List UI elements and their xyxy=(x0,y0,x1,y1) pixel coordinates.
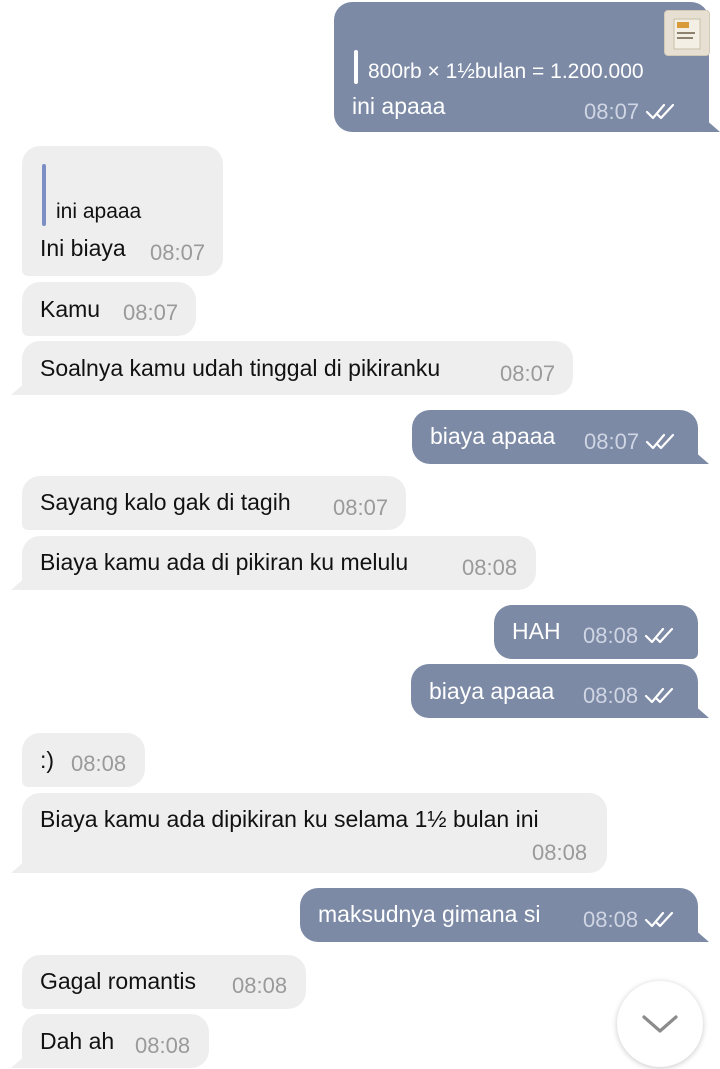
message-time: 08:07 xyxy=(584,429,640,454)
message-bubble-incoming[interactable]: Kamu 08:07 xyxy=(22,282,196,336)
message-time: 08:08 xyxy=(232,973,288,998)
chevron-down-icon xyxy=(642,1015,678,1033)
message-meta: 08:07 xyxy=(584,428,679,456)
message-text: Sayang kalo gak di tagih xyxy=(40,489,291,515)
message-time: 08:08 xyxy=(583,623,639,648)
message-time: 08:08 xyxy=(583,907,639,932)
double-check-icon xyxy=(645,433,675,450)
message-time: 08:08 xyxy=(71,751,127,776)
reply-quote-bar xyxy=(42,164,46,226)
message-text: Biaya kamu ada dipikiran ku selama 1½ bu… xyxy=(40,806,539,832)
double-check-icon xyxy=(644,687,674,704)
message-bubble-incoming[interactable]: Sayang kalo gak di tagih 08:07 xyxy=(22,476,406,530)
message-text: :) xyxy=(40,747,55,773)
message-text: HAH xyxy=(512,618,561,644)
message-time: 08:08 xyxy=(135,1033,191,1058)
message-bubble-outgoing[interactable]: 800rb × 1½bulan = 1.200.000 ini apaaa 08… xyxy=(334,2,710,132)
message-text: Ini biaya xyxy=(40,235,126,261)
double-check-icon xyxy=(644,627,674,644)
message-time: 08:07 xyxy=(584,99,640,124)
message-text: Kamu xyxy=(40,296,101,322)
message-bubble-outgoing[interactable]: biaya apaaa 08:08 xyxy=(411,664,698,718)
message-meta: 08:08 xyxy=(583,682,678,710)
reply-quote-text[interactable]: ini apaaa xyxy=(56,198,141,226)
message-time: 08:07 xyxy=(333,495,389,520)
message-bubble-outgoing[interactable]: HAH 08:08 xyxy=(494,605,698,659)
message-text: Dah ah xyxy=(40,1028,115,1054)
message-time: 08:07 xyxy=(150,240,206,265)
message-text: biaya apaaa xyxy=(430,423,556,449)
message-text: ini apaaa xyxy=(352,93,446,119)
image-thumbnail-icon[interactable] xyxy=(664,10,710,56)
message-text: Gagal romantis xyxy=(40,968,196,994)
double-check-icon xyxy=(644,911,674,928)
double-check-icon xyxy=(645,103,675,120)
message-bubble-outgoing[interactable]: biaya apaaa 08:07 xyxy=(412,410,698,464)
message-time: 08:07 xyxy=(123,300,179,325)
reply-quote-bar xyxy=(354,50,358,84)
message-meta: 08:07 xyxy=(584,98,679,126)
message-bubble-incoming[interactable]: ini apaaa Ini biaya 08:07 xyxy=(22,146,223,276)
message-bubble-incoming[interactable]: Dah ah 08:08 xyxy=(22,1014,209,1068)
message-text: maksudnya gimana si xyxy=(318,901,541,927)
message-time: 08:08 xyxy=(462,555,518,580)
message-time: 08:07 xyxy=(500,361,556,386)
message-text: biaya apaaa xyxy=(429,678,555,704)
message-text: Soalnya kamu udah tinggal di pikiranku xyxy=(40,355,441,381)
reply-quote-text[interactable]: 800rb × 1½bulan = 1.200.000 xyxy=(368,58,644,86)
scroll-down-button[interactable] xyxy=(617,981,703,1067)
message-bubble-incoming[interactable]: Soalnya kamu udah tinggal di pikiranku 0… xyxy=(22,341,573,395)
message-bubble-outgoing[interactable]: maksudnya gimana si 08:08 xyxy=(300,888,698,942)
message-bubble-incoming[interactable]: :) 08:08 xyxy=(22,733,145,787)
message-bubble-incoming[interactable]: Biaya kamu ada dipikiran ku selama 1½ bu… xyxy=(22,793,607,873)
message-time: 08:08 xyxy=(532,840,588,865)
message-time: 08:08 xyxy=(583,683,639,708)
message-meta: 08:08 xyxy=(583,622,678,650)
message-meta: 08:08 xyxy=(583,906,678,934)
message-bubble-incoming[interactable]: Biaya kamu ada di pikiran ku melulu 08:0… xyxy=(22,536,536,590)
message-bubble-incoming[interactable]: Gagal romantis 08:08 xyxy=(22,955,306,1009)
message-text: Biaya kamu ada di pikiran ku melulu xyxy=(40,549,409,575)
